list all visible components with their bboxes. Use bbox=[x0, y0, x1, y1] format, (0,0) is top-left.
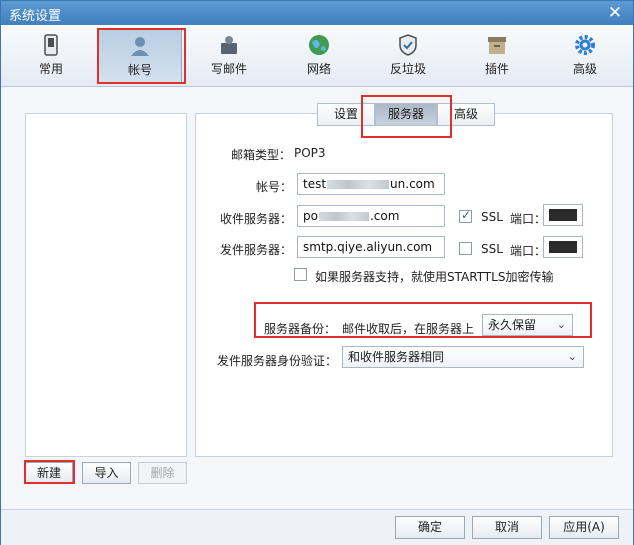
incoming-port-label: 端口： bbox=[510, 212, 547, 226]
chevron-down-icon: ⌄ bbox=[567, 350, 577, 363]
toolbar-item-antispam[interactable]: 反垃圾 bbox=[366, 29, 450, 83]
user-icon bbox=[131, 37, 149, 56]
toolbar-item-label: 插件 bbox=[484, 62, 509, 76]
outgoing-port-field[interactable] bbox=[543, 236, 583, 258]
auth-label: 发件服务器身份验证： bbox=[217, 354, 338, 368]
toolbar-item-label: 常用 bbox=[38, 62, 63, 76]
server-backup-value: 永久保留 bbox=[488, 318, 537, 332]
tab-advanced[interactable]: 高级 bbox=[437, 103, 495, 126]
box-icon bbox=[488, 37, 506, 54]
auth-value: 和收件服务器相同 bbox=[348, 350, 445, 364]
settings-window: 系统设置 ✕ 常用 帐号 写邮件 网络 反垃圾 插件 高级 新建 导入 删除 设… bbox=[0, 0, 634, 545]
starttls-checkbox[interactable] bbox=[294, 268, 307, 281]
account-list[interactable] bbox=[25, 113, 187, 457]
starttls-label: 如果服务器支持，就使用STARTTLS加密传输 bbox=[315, 270, 554, 284]
redacted-text bbox=[318, 212, 369, 221]
account-suffix: un.com bbox=[390, 177, 435, 191]
account-label: 帐号： bbox=[256, 180, 293, 194]
server-backup-desc: 邮件收取后，在服务器上 bbox=[342, 322, 475, 336]
incoming-server-label: 收件服务器： bbox=[220, 212, 293, 226]
settings-toolbar: 常用 帐号 写邮件 网络 反垃圾 插件 高级 bbox=[1, 25, 633, 87]
outgoing-server-label: 发件服务器： bbox=[220, 243, 293, 257]
redacted-port bbox=[549, 209, 577, 221]
redacted-text bbox=[327, 180, 390, 189]
chevron-down-icon: ⌄ bbox=[556, 318, 566, 331]
globe-icon bbox=[309, 35, 329, 55]
outgoing-ssl-checkbox[interactable] bbox=[459, 242, 472, 255]
toolbar-item-label: 高级 bbox=[572, 62, 597, 76]
toolbar-item-compose[interactable]: 写邮件 bbox=[187, 29, 271, 83]
toolbar-item-label: 帐号 bbox=[127, 63, 152, 77]
account-field[interactable]: test un.com bbox=[297, 173, 445, 195]
outgoing-server-field[interactable]: smtp.qiye.aliyun.com bbox=[297, 236, 445, 258]
outgoing-port-label: 端口： bbox=[510, 244, 547, 258]
account-settings-panel bbox=[195, 113, 613, 457]
incoming-suffix: .com bbox=[369, 209, 400, 223]
import-button[interactable]: 导入 bbox=[82, 462, 131, 484]
apply-button[interactable]: 应用(A) bbox=[549, 516, 619, 539]
phone-icon bbox=[44, 34, 58, 56]
toolbar-item-plugins[interactable]: 插件 bbox=[455, 29, 539, 83]
mail-compose-icon bbox=[221, 36, 237, 54]
incoming-server-field[interactable]: po .com bbox=[297, 205, 445, 227]
mail-type-label: 邮箱类型： bbox=[231, 148, 292, 162]
ok-button[interactable]: 确定 bbox=[395, 516, 465, 539]
toolbar-item-account[interactable]: 帐号 bbox=[98, 29, 182, 83]
incoming-prefix: po bbox=[303, 209, 318, 223]
server-backup-select[interactable]: 永久保留 ⌄ bbox=[482, 314, 573, 336]
delete-button[interactable]: 删除 bbox=[138, 462, 187, 484]
toolbar-item-general[interactable]: 常用 bbox=[9, 29, 93, 83]
close-icon[interactable]: ✕ bbox=[607, 3, 623, 23]
gear-icon bbox=[575, 35, 595, 55]
toolbar-item-label: 反垃圾 bbox=[389, 62, 426, 76]
auth-select[interactable]: 和收件服务器相同 ⌄ bbox=[342, 346, 584, 368]
cancel-button[interactable]: 取消 bbox=[472, 516, 542, 539]
tab-server[interactable]: 服务器 bbox=[375, 103, 437, 126]
tab-settings[interactable]: 设置 bbox=[317, 103, 375, 126]
account-prefix: test bbox=[303, 177, 327, 191]
toolbar-item-advanced[interactable]: 高级 bbox=[543, 29, 627, 83]
toolbar-item-label: 写邮件 bbox=[210, 62, 247, 76]
incoming-ssl-label: SSL bbox=[481, 210, 503, 224]
window-title: 系统设置 bbox=[9, 9, 62, 24]
toolbar-item-label: 网络 bbox=[306, 62, 331, 76]
incoming-port-field[interactable] bbox=[543, 204, 583, 226]
incoming-ssl-checkbox[interactable] bbox=[459, 208, 472, 223]
mail-type-value: POP3 bbox=[294, 146, 326, 160]
redacted-port bbox=[549, 241, 577, 253]
shield-icon bbox=[399, 34, 417, 56]
new-account-button[interactable]: 新建 bbox=[25, 462, 73, 484]
toolbar-item-network[interactable]: 网络 bbox=[277, 29, 361, 83]
outgoing-ssl-label: SSL bbox=[481, 242, 503, 256]
title-bar: 系统设置 ✕ bbox=[1, 1, 633, 25]
server-backup-label: 服务器备份： bbox=[264, 322, 337, 336]
